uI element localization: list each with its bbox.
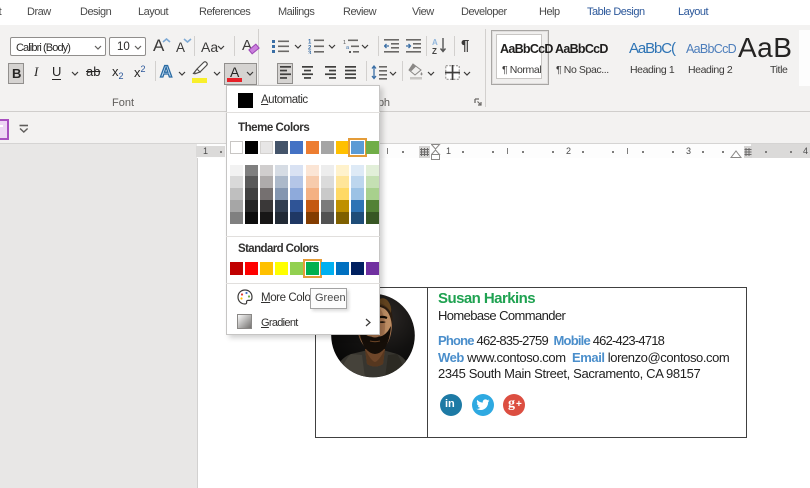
- svg-text:3: 3: [308, 51, 312, 54]
- svg-text:a: a: [346, 45, 350, 51]
- svg-text:Z: Z: [432, 47, 437, 55]
- svg-text:A: A: [432, 38, 438, 47]
